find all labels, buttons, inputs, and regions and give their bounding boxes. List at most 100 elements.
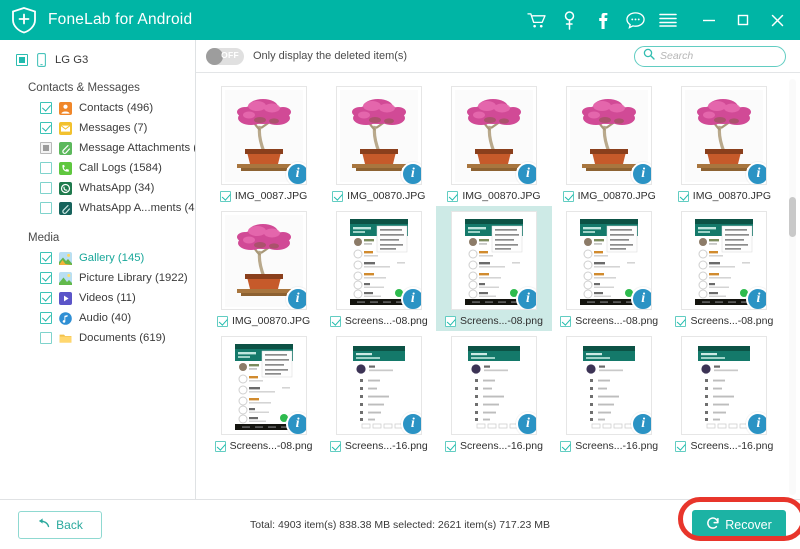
thumbnail-cell[interactable]: iScreens...-16.png (436, 331, 551, 456)
info-icon[interactable]: i (631, 287, 652, 310)
sidebar-item-whatsapp[interactable]: WhatsApp (34) (0, 178, 195, 198)
menu-icon[interactable] (658, 10, 678, 30)
thumbnail-image[interactable]: i (336, 86, 422, 185)
info-icon[interactable]: i (401, 162, 422, 185)
device-checkbox[interactable] (16, 54, 28, 66)
thumbnail-cell[interactable]: iIMG_00870.JPG (321, 81, 436, 206)
call-logs-checkbox[interactable] (40, 162, 52, 174)
chat-icon[interactable] (625, 10, 645, 30)
sidebar-item-message-attachments[interactable]: Message Attachments (0) (0, 138, 195, 158)
thumbnail-cell[interactable]: iScreens...-16.png (667, 331, 782, 456)
thumbnail-checkbox[interactable] (678, 191, 689, 202)
thumbnail-checkbox[interactable] (445, 316, 456, 327)
message-attachments-checkbox[interactable] (40, 142, 52, 154)
thumbnail-cell[interactable]: iIMG_00870.JPG (436, 81, 551, 206)
thumbnail-cell[interactable]: iIMG_00870.JPG (552, 81, 667, 206)
info-icon[interactable]: i (401, 287, 422, 310)
info-icon[interactable]: i (631, 162, 652, 185)
thumbnail-checkbox[interactable] (332, 191, 343, 202)
thumbnail-cell[interactable]: iScreens...-08.png (206, 331, 321, 456)
thumbnail-checkbox[interactable] (675, 316, 686, 327)
sidebar-item-whatsapp-attachments[interactable]: WhatsApp A...ments (45) (0, 198, 195, 218)
messages-checkbox[interactable] (40, 122, 52, 134)
thumbnail-image[interactable]: i (681, 336, 767, 435)
thumbnail-cell[interactable]: iScreens...-08.png (321, 206, 436, 331)
info-icon[interactable]: i (746, 412, 767, 435)
thumbnail-checkbox[interactable] (675, 441, 686, 452)
thumbnail-checkbox[interactable] (330, 441, 341, 452)
audio-checkbox[interactable] (40, 312, 52, 324)
recover-button[interactable]: Recover (692, 510, 786, 540)
facebook-icon[interactable] (592, 10, 612, 30)
minimize-button[interactable] (700, 11, 718, 29)
sidebar-item-gallery[interactable]: Gallery (145) (0, 248, 195, 268)
thumbnail-checkbox[interactable] (220, 191, 231, 202)
thumbnail-cell[interactable]: iIMG_00870.JPG (206, 206, 321, 331)
thumbnail-cell[interactable]: iScreens...-16.png (552, 331, 667, 456)
videos-checkbox[interactable] (40, 292, 52, 304)
documents-checkbox[interactable] (40, 332, 52, 344)
info-icon[interactable]: i (401, 412, 422, 435)
thumbnail-image[interactable]: i (221, 336, 307, 435)
whatsapp-attachments-checkbox[interactable] (40, 202, 52, 214)
sidebar-item-call-logs[interactable]: Call Logs (1584) (0, 158, 195, 178)
thumbnail-image[interactable]: i (566, 86, 652, 185)
sidebar-item-picture-library[interactable]: Picture Library (1922) (0, 268, 195, 288)
thumbnail-cell[interactable]: iScreens...-08.png (552, 206, 667, 331)
picture-library-checkbox[interactable] (40, 272, 52, 284)
thumbnail-cell[interactable]: iScreens...-08.png (436, 206, 551, 331)
info-icon[interactable]: i (631, 412, 652, 435)
thumbnail-checkbox[interactable] (560, 316, 571, 327)
thumbnail-cell[interactable]: iScreens...-16.png (321, 331, 436, 456)
info-icon[interactable]: i (516, 412, 537, 435)
thumbnail-image[interactable]: i (566, 211, 652, 310)
thumbnail-image[interactable]: i (451, 336, 537, 435)
thumbnail-checkbox[interactable] (560, 441, 571, 452)
thumbnail-image[interactable]: i (336, 336, 422, 435)
thumbnail-checkbox[interactable] (330, 316, 341, 327)
sidebar-item-contacts[interactable]: Contacts (496) (0, 98, 195, 118)
thumbnail-image[interactable]: i (566, 336, 652, 435)
info-icon[interactable]: i (286, 287, 307, 310)
back-button[interactable]: Back (18, 511, 102, 539)
thumbnail-cell[interactable]: iScreens...-08.png (667, 206, 782, 331)
shield-plus-icon (10, 6, 38, 34)
gallery-checkbox[interactable] (40, 252, 52, 264)
thumbnail-image[interactable]: i (221, 211, 307, 310)
thumbnail-checkbox[interactable] (217, 316, 228, 327)
info-icon[interactable]: i (746, 287, 767, 310)
vertical-scrollbar[interactable] (789, 79, 796, 495)
thumbnail-image[interactable]: i (681, 86, 767, 185)
key-icon[interactable] (559, 10, 579, 30)
thumbnail-image[interactable]: i (221, 86, 307, 185)
info-icon[interactable]: i (286, 162, 307, 185)
whatsapp-checkbox[interactable] (40, 182, 52, 194)
sidebar-item-documents[interactable]: Documents (619) (0, 328, 195, 348)
maximize-button[interactable] (734, 11, 752, 29)
info-icon[interactable]: i (516, 162, 537, 185)
scrollbar-thumb[interactable] (789, 197, 796, 237)
cart-icon[interactable] (526, 10, 546, 30)
sidebar-item-videos[interactable]: Videos (11) (0, 288, 195, 308)
thumbnail-cell[interactable]: iIMG_00870.JPG (667, 81, 782, 206)
info-icon[interactable]: i (516, 287, 537, 310)
deleted-only-toggle[interactable]: OFF (206, 48, 244, 65)
info-icon[interactable]: i (746, 162, 767, 185)
info-icon[interactable]: i (286, 412, 307, 435)
sidebar-item-messages[interactable]: Messages (7) (0, 118, 195, 138)
contacts-checkbox[interactable] (40, 102, 52, 114)
thumbnail-checkbox[interactable] (215, 441, 226, 452)
thumbnail-cell[interactable]: iIMG_0087.JPG (206, 81, 321, 206)
thumbnail-image[interactable]: i (451, 86, 537, 185)
thumbnail-image[interactable]: i (336, 211, 422, 310)
thumbnail-image[interactable]: i (451, 211, 537, 310)
sidebar-item-audio[interactable]: Audio (40) (0, 308, 195, 328)
search-box[interactable] (634, 46, 786, 67)
thumbnail-image[interactable]: i (681, 211, 767, 310)
thumbnail-checkbox[interactable] (445, 441, 456, 452)
search-input[interactable] (660, 50, 777, 62)
thumbnail-checkbox[interactable] (563, 191, 574, 202)
thumbnail-checkbox[interactable] (447, 191, 458, 202)
close-button[interactable] (768, 11, 786, 29)
sidebar-device-row[interactable]: LG G3 (0, 50, 195, 69)
